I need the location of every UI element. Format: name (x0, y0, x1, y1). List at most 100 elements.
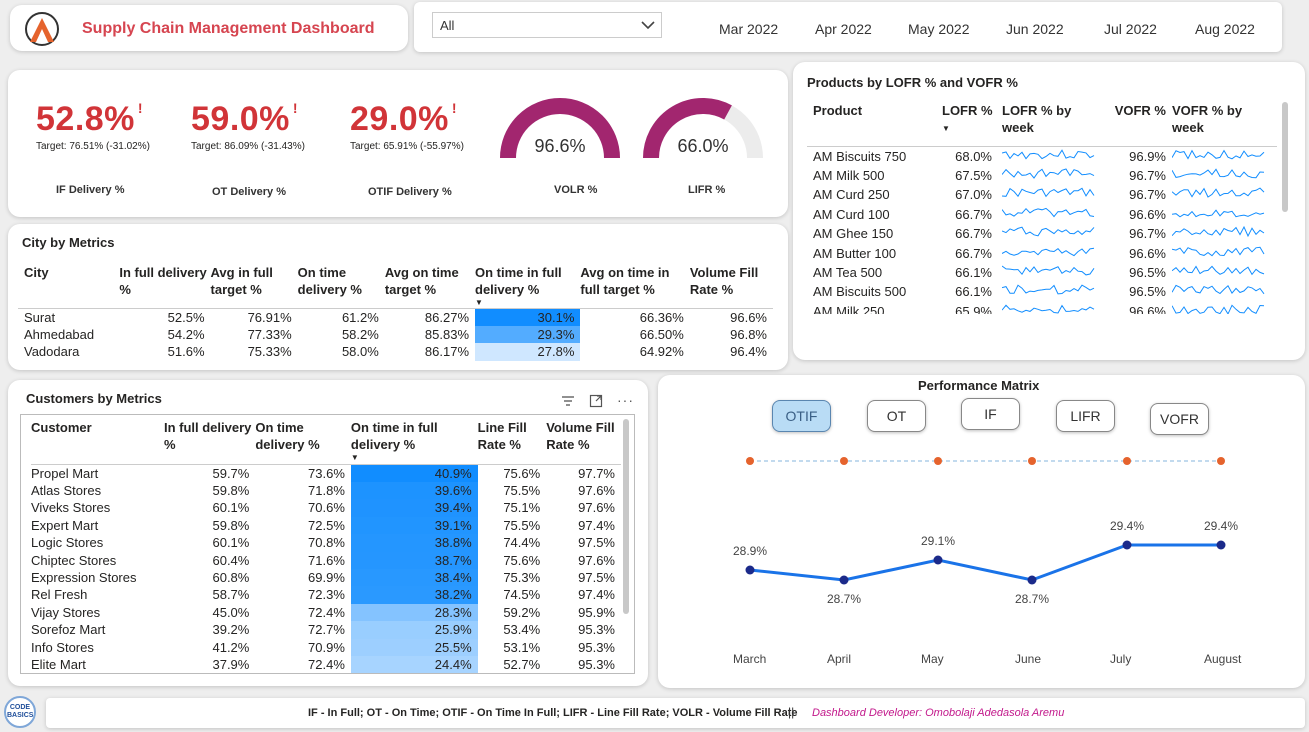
sparkline (1171, 304, 1265, 314)
col-header-vofr-week[interactable]: VOFR % by week (1172, 102, 1277, 146)
cell-lfr: 53.4% (503, 622, 541, 638)
month-tab-may[interactable]: May 2022 (908, 21, 969, 37)
table-row[interactable]: Elite Mart 37.9% 72.4% 24.4% 52.7% 95.3% (31, 655, 621, 673)
col-header-lfr[interactable]: Line Fill Rate % (478, 419, 547, 464)
city-name: Surat (24, 309, 56, 325)
table-row[interactable]: AM Ghee 150 66.7% 96.7% (807, 224, 1277, 243)
target-point[interactable] (1217, 457, 1225, 465)
vofr-sparkline (1171, 224, 1277, 243)
col-header-ot-target[interactable]: Avg on time target % (385, 264, 475, 308)
col-header-if[interactable]: In full delivery % (164, 419, 255, 464)
month-tab-jul[interactable]: Jul 2022 (1104, 21, 1157, 37)
table-row[interactable]: Propel Mart 59.7% 73.6% 40.9% 75.6% 97.7% (31, 464, 621, 482)
city-table[interactable]: City In full delivery % Avg in full targ… (18, 264, 773, 361)
month-tab-aug[interactable]: Aug 2022 (1195, 21, 1255, 37)
table-row[interactable]: Viveks Stores 60.1% 70.6% 39.4% 75.1% 97.6% (31, 499, 621, 517)
cell-otif: 30.1% (475, 308, 581, 326)
category-dropdown[interactable]: All (432, 12, 662, 38)
table-row[interactable]: Ahmedabad 54.2% 77.33% 58.2% 85.83% 29.3% 66.5… (18, 325, 773, 344)
table-row[interactable]: AM Biscuits 500 66.1% 96.5% (807, 282, 1277, 301)
filter-icon[interactable] (561, 395, 575, 407)
table-row[interactable]: AM Milk 500 67.5% 96.7% (807, 166, 1277, 185)
col-header-vfr[interactable]: Volume Fill Rate % (546, 419, 621, 464)
products-table[interactable]: Product LOFR % ▼ LOFR % by week VOFR % VO… (807, 102, 1277, 314)
gauge-label: LIFR % (688, 184, 726, 196)
col-header-vofr[interactable]: VOFR % (1102, 102, 1172, 146)
cell-ot: 71.8% (308, 482, 345, 498)
table-row[interactable]: Atlas Stores 59.8% 71.8% 39.6% 75.5% 97.6% (31, 481, 621, 500)
col-header-ot[interactable]: On time delivery % (255, 419, 351, 464)
col-header-lofr-week[interactable]: LOFR % by week (1002, 102, 1102, 146)
table-row[interactable]: Expression Stores 60.8% 69.9% 38.4% 75.3% 97.… (31, 568, 621, 587)
col-header-ot[interactable]: On time delivery % (298, 264, 385, 308)
col-header-if-target[interactable]: Avg in full target % (211, 264, 298, 308)
cell-otif: 25.9% (350, 621, 478, 639)
table-row[interactable]: Expert Mart 59.8% 72.5% 39.1% 75.5% 97.4% (31, 516, 621, 535)
target-point[interactable] (934, 457, 942, 465)
table-row[interactable]: Info Stores 41.2% 70.9% 25.5% 53.1% 95.3% (31, 638, 621, 656)
month-tab-jun[interactable]: Jun 2022 (1006, 21, 1064, 37)
sparkline (1171, 187, 1265, 199)
table-row[interactable]: Rel Fresh 58.7% 72.3% 38.2% 74.5% 97.4% (31, 586, 621, 604)
sparkline-path (1001, 226, 1095, 237)
table-row[interactable]: AM Butter 100 66.7% 96.6% (807, 244, 1277, 263)
table-row[interactable]: Vadodara 51.6% 75.33% 58.0% 86.17% 27.8% 64.92… (18, 343, 773, 361)
target-point[interactable] (746, 457, 754, 465)
sparkline (1171, 225, 1265, 238)
lofr-value: 67.0% (955, 187, 992, 203)
kpi-value: 52.8% (36, 100, 135, 138)
vofr-sparkline (1171, 146, 1277, 166)
kpi-label: IF Delivery % (56, 184, 125, 196)
table-row[interactable]: AM Tea 500 66.1% 96.5% (807, 263, 1277, 282)
sparkline-path (1171, 285, 1265, 295)
otif-point[interactable] (1216, 540, 1226, 550)
alert-icon: ! (137, 100, 143, 116)
col-header-if[interactable]: In full delivery % (119, 264, 210, 308)
table-row[interactable]: Vijay Stores 45.0% 72.4% 28.3% 59.2% 95.9% (31, 603, 621, 622)
cell-ott: 86.27% (424, 309, 469, 325)
target-point[interactable] (1123, 457, 1131, 465)
col-header-city[interactable]: City (18, 264, 119, 308)
col-header-otif[interactable]: On time in full delivery % ▼ (475, 264, 580, 308)
customers-scrollbar[interactable] (623, 419, 629, 614)
table-row[interactable]: AM Biscuits 750 68.0% 96.9% (807, 146, 1277, 166)
month-tab-mar[interactable]: Mar 2022 (719, 21, 778, 37)
col-header-product[interactable]: Product (807, 102, 942, 146)
vofr-value: 96.6% (1129, 245, 1166, 261)
otif-point[interactable] (1027, 575, 1037, 585)
cell-if: 59.8% (212, 517, 250, 533)
cell-ift: 77.33% (247, 326, 292, 342)
table-row[interactable]: AM Milk 250 65.9% 96.6% (807, 302, 1277, 314)
section-title: Products by LOFR % and VOFR % (807, 75, 1018, 90)
more-options-icon[interactable]: ··· (617, 392, 634, 408)
col-header-lofr[interactable]: LOFR % ▼ (942, 102, 1002, 146)
table-row[interactable]: Sorefoz Mart 39.2% 72.7% 25.9% 53.4% 95.3% (31, 621, 621, 639)
otif-point[interactable] (745, 565, 755, 575)
products-scrollbar[interactable] (1282, 102, 1288, 212)
col-header-vfr[interactable]: Volume Fill Rate % (690, 264, 773, 308)
x-axis-label: March (733, 652, 767, 666)
col-header-text: LOFR % (942, 103, 993, 118)
otif-point[interactable] (839, 575, 849, 585)
cell-ott: 86.17% (424, 344, 469, 360)
table-row[interactable]: Chiptec Stores 60.4% 71.6% 38.7% 75.6% 97.6% (31, 551, 621, 569)
col-header-otif[interactable]: On time in full delivery % ▼ (351, 419, 478, 464)
target-point[interactable] (1028, 457, 1036, 465)
focus-mode-icon[interactable] (589, 394, 603, 408)
month-tab-apr[interactable]: Apr 2022 (815, 21, 872, 37)
table-row[interactable]: Logic Stores 60.1% 70.8% 38.8% 74.4% 97.5% (31, 534, 621, 552)
sparkline-path (1001, 247, 1095, 256)
product-name: AM Biscuits 750 (813, 148, 907, 164)
vofr-sparkline (1171, 185, 1277, 204)
cell-if: 52.5% (167, 309, 205, 325)
table-row[interactable]: AM Curd 250 67.0% 96.7% (807, 185, 1277, 204)
col-header-customer[interactable]: Customer (31, 419, 164, 464)
col-header-otif-target[interactable]: Avg on time in full target % (580, 264, 689, 308)
otif-point[interactable] (933, 555, 943, 565)
otif-point[interactable] (1122, 540, 1132, 550)
target-point[interactable] (840, 457, 848, 465)
table-row[interactable]: AM Curd 100 66.7% 96.6% (807, 205, 1277, 224)
table-row[interactable]: Surat 52.5% 76.91% 61.2% 86.27% 30.1% 66.36% 96… (18, 308, 773, 326)
kpi-target: Target: 76.51% (-31.02%) (36, 141, 150, 152)
customers-table[interactable]: Customer In full delivery % On time deli… (31, 419, 621, 673)
